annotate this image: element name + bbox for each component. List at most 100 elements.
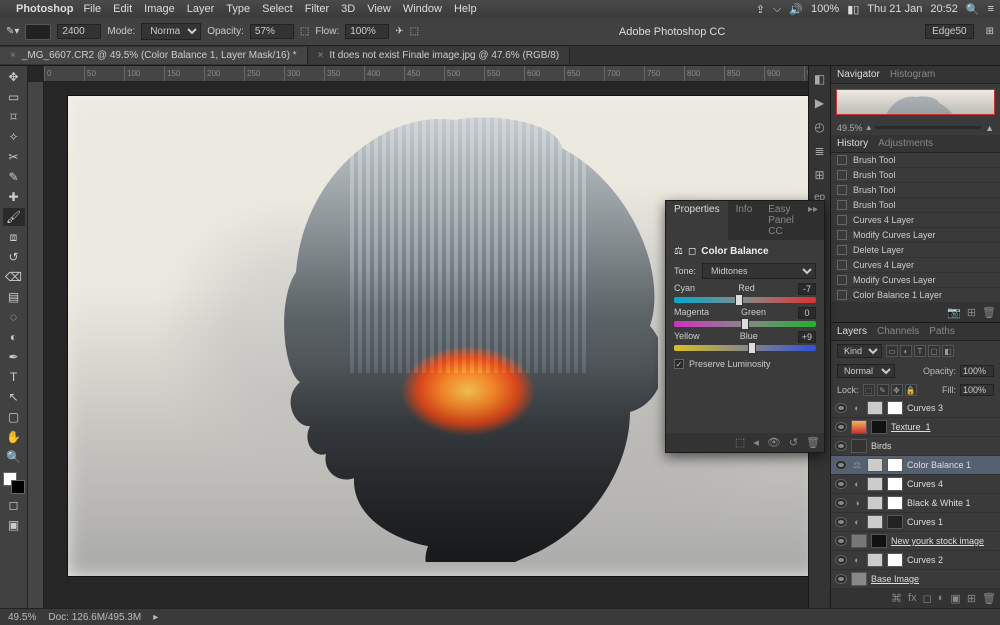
- layer-row[interactable]: ◐Curves 3: [831, 399, 1000, 418]
- panel-icon[interactable]: ◧: [814, 72, 825, 86]
- quick-mask-icon[interactable]: ◻: [3, 496, 25, 514]
- pen-tool[interactable]: ✒: [3, 348, 25, 366]
- spotlight-icon[interactable]: 🔍: [966, 3, 980, 16]
- opacity-field[interactable]: [250, 24, 294, 39]
- snapshot-icon[interactable]: 📷: [947, 306, 961, 319]
- link-icon[interactable]: ⌘: [891, 592, 902, 605]
- panel-icon[interactable]: ◴: [814, 120, 824, 134]
- zoom-out-icon[interactable]: ▴: [867, 122, 872, 133]
- layer-filter-icons[interactable]: ▭◐T▢◧: [886, 345, 954, 357]
- trash-icon[interactable]: 🗑: [806, 436, 820, 449]
- panel-icon[interactable]: ≣: [814, 144, 824, 158]
- layer-filter-kind[interactable]: Kind: [837, 344, 882, 358]
- chevron-right-icon[interactable]: ▸: [153, 612, 158, 623]
- hand-tool[interactable]: ✋: [3, 428, 25, 446]
- tab-easypanel[interactable]: Easy Panel CC: [760, 201, 802, 240]
- yellow-blue-slider[interactable]: [674, 345, 816, 351]
- screen-mode-icon[interactable]: ▣: [3, 516, 25, 534]
- clip-icon[interactable]: ⬚: [735, 436, 745, 449]
- history-item[interactable]: Brush Tool: [831, 183, 1000, 198]
- properties-panel[interactable]: Properties Info Easy Panel CC ▸▸ ⚖◻Color…: [665, 200, 825, 453]
- menu-3d[interactable]: 3D: [341, 3, 355, 15]
- close-icon[interactable]: ×: [318, 50, 324, 61]
- zoom-tool[interactable]: 🔍: [3, 448, 25, 466]
- ruler-horizontal[interactable]: 0501001502002503003504004505005506006507…: [44, 66, 808, 82]
- eraser-tool[interactable]: ⌫: [3, 268, 25, 286]
- history-item[interactable]: Color Balance 1 Layer: [831, 288, 1000, 303]
- dodge-tool[interactable]: ◐: [3, 328, 25, 346]
- app-name[interactable]: Photoshop: [16, 3, 73, 15]
- reset-icon[interactable]: ↺: [789, 436, 798, 449]
- menu-file[interactable]: File: [83, 3, 101, 15]
- close-icon[interactable]: ×: [10, 50, 16, 61]
- preserve-luminosity-check[interactable]: ✓Preserve Luminosity: [674, 359, 816, 369]
- slider-value[interactable]: +9: [798, 331, 816, 343]
- mask-icon[interactable]: ◻: [923, 592, 932, 605]
- eyedropper-tool[interactable]: ✎: [3, 168, 25, 186]
- layer-row[interactable]: Birds: [831, 437, 1000, 456]
- menu-edit[interactable]: Edit: [113, 3, 132, 15]
- menu-layer[interactable]: Layer: [187, 3, 215, 15]
- zoom-value[interactable]: 49.5%: [8, 612, 36, 623]
- visibility-icon[interactable]: [835, 498, 847, 508]
- blur-tool[interactable]: ◌: [3, 308, 25, 326]
- tab-paths[interactable]: Paths: [929, 326, 955, 337]
- history-item[interactable]: Brush Tool: [831, 198, 1000, 213]
- history-item[interactable]: Brush Tool: [831, 153, 1000, 168]
- doc-tab-1[interactable]: ×_MG_6607.CR2 @ 49.5% (Color Balance 1, …: [0, 47, 308, 64]
- tab-navigator[interactable]: Navigator: [837, 69, 880, 80]
- tab-layers[interactable]: Layers: [837, 326, 867, 337]
- visibility-icon[interactable]: [835, 441, 847, 451]
- slider-value[interactable]: 0: [798, 307, 816, 319]
- menu-select[interactable]: Select: [262, 3, 293, 15]
- type-tool[interactable]: T: [3, 368, 25, 386]
- history-item[interactable]: Modify Curves Layer: [831, 228, 1000, 243]
- layer-row[interactable]: ◐Curves 4: [831, 475, 1000, 494]
- new-doc-icon[interactable]: ⊞: [967, 306, 976, 319]
- layer-row[interactable]: Texture_1: [831, 418, 1000, 437]
- zoom-slider[interactable]: [875, 126, 981, 129]
- tab-channels[interactable]: Channels: [877, 326, 919, 337]
- visibility-icon[interactable]: [835, 517, 847, 527]
- volume-icon[interactable]: 🔊: [789, 3, 803, 16]
- workspace-switcher[interactable]: Edge50: [925, 24, 973, 39]
- tab-history[interactable]: History: [837, 138, 868, 149]
- layer-row[interactable]: ⚖Color Balance 1: [831, 456, 1000, 475]
- history-item[interactable]: Curves 4 Layer: [831, 258, 1000, 273]
- history-list[interactable]: Brush Tool Brush Tool Brush Tool Brush T…: [831, 153, 1000, 303]
- tab-histogram[interactable]: Histogram: [890, 69, 936, 80]
- menu-icon[interactable]: ≡: [988, 3, 994, 15]
- new-layer-icon[interactable]: ⊞: [967, 592, 976, 605]
- layer-row[interactable]: Base Image: [831, 570, 1000, 589]
- panel-icon[interactable]: ▶: [815, 96, 824, 110]
- search-icon[interactable]: ⊞: [986, 26, 994, 37]
- clone-stamp-tool[interactable]: ⧈: [3, 228, 25, 246]
- path-select-tool[interactable]: ↖: [3, 388, 25, 406]
- menu-type[interactable]: Type: [226, 3, 250, 15]
- doc-info[interactable]: Doc: 126.6M/495.3M: [48, 612, 141, 623]
- tool-preset-icon[interactable]: ✎▾: [6, 26, 19, 37]
- panel-icon[interactable]: ⊞: [814, 168, 824, 182]
- menu-help[interactable]: Help: [454, 3, 477, 15]
- pressure-opacity-icon[interactable]: ⬚: [300, 26, 309, 37]
- magenta-green-slider[interactable]: [674, 321, 816, 327]
- brush-size-field[interactable]: [57, 24, 101, 39]
- visibility-icon[interactable]: [835, 574, 847, 584]
- fx-icon[interactable]: fx: [908, 592, 917, 605]
- ruler-vertical[interactable]: [28, 82, 44, 608]
- mode-select[interactable]: Normal: [141, 23, 201, 40]
- adjustment-icon[interactable]: ◐: [938, 592, 945, 605]
- layers-list[interactable]: ◐Curves 3 Texture_1 Birds ⚖Color Balance…: [831, 399, 1000, 589]
- airbrush-icon[interactable]: ✈: [395, 26, 403, 37]
- collapse-icon[interactable]: ▸▸: [802, 201, 824, 240]
- visibility-icon[interactable]: [835, 460, 847, 470]
- group-icon[interactable]: ▣: [950, 592, 960, 605]
- tone-select[interactable]: Midtones: [702, 263, 816, 279]
- menu-view[interactable]: View: [367, 3, 391, 15]
- history-item[interactable]: Modify Curves Layer: [831, 273, 1000, 288]
- doc-tab-2[interactable]: ×It does not exist Finale image.jpg @ 47…: [308, 47, 571, 64]
- lock-icons[interactable]: ⬚✎✥🔒: [863, 384, 917, 396]
- prev-icon[interactable]: ◂: [753, 436, 759, 449]
- layer-row[interactable]: ◐Curves 2: [831, 551, 1000, 570]
- visibility-icon[interactable]: [835, 555, 847, 565]
